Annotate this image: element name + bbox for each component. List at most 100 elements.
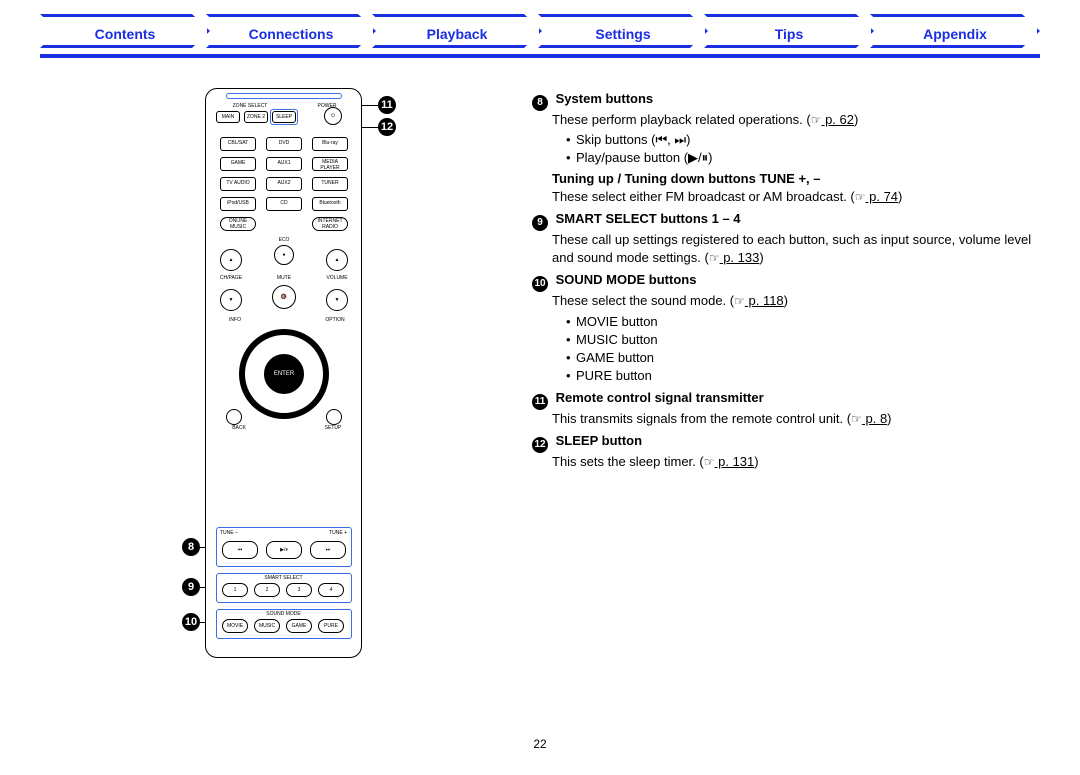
- btn-skip-next[interactable]: ⏭: [310, 541, 346, 559]
- bullet-pure: PURE button: [566, 367, 1042, 385]
- src-tvaudio[interactable]: TV AUDIO: [220, 177, 256, 191]
- num8-icon: 8: [532, 95, 548, 111]
- btn-enter[interactable]: ENTER: [264, 354, 304, 394]
- bullet-skip: Skip buttons (⏮, ⏭): [566, 131, 1042, 149]
- info-label: INFO: [220, 317, 250, 323]
- hl-transmitter: [226, 93, 342, 99]
- btn-ss2[interactable]: 2: [254, 583, 280, 597]
- tune-title: Tuning up / Tuning down buttons TUNE +, …: [532, 170, 1042, 188]
- src-tuner[interactable]: TUNER: [312, 177, 348, 191]
- page-number: 22: [0, 737, 1080, 751]
- callout-10: 10: [182, 613, 200, 631]
- bullet-movie: MOVIE button: [566, 313, 1042, 331]
- num9-icon: 9: [532, 215, 548, 231]
- src-game[interactable]: GAME: [220, 157, 256, 171]
- src-online[interactable]: ONLINE MUSIC: [220, 217, 256, 231]
- tab-tips[interactable]: Tips: [704, 14, 874, 48]
- remote-illustration: ZONE SELECT POWER MAIN ZONE 2 SLEEP ⏻ CB…: [205, 88, 362, 658]
- ref-p74[interactable]: p. 74: [866, 189, 899, 204]
- tune-minus-label: TUNE –: [220, 530, 238, 536]
- tune-text: These select either FM broadcast or AM b…: [552, 189, 855, 204]
- src-dvd[interactable]: DVD: [266, 137, 302, 151]
- btn-vol-up[interactable]: ▲: [326, 249, 348, 271]
- smart-title: SMART SELECT buttons 1 – 4: [556, 211, 741, 226]
- sm-title: SOUND MODE buttons: [556, 272, 697, 287]
- src-radio[interactable]: INTERNET RADIO: [312, 217, 348, 231]
- ref-p8[interactable]: p. 8: [862, 411, 887, 426]
- btn-ss4[interactable]: 4: [318, 583, 344, 597]
- description-column: 8 System buttons These perform playback …: [532, 90, 1042, 472]
- option-label: OPTION: [320, 317, 350, 323]
- tab-contents[interactable]: Contents: [40, 14, 210, 48]
- sys-title: System buttons: [556, 91, 654, 106]
- btn-vol-dn[interactable]: ▼: [326, 289, 348, 311]
- src-bt[interactable]: Bluetooth: [312, 197, 348, 211]
- src-aux2[interactable]: AUX2: [266, 177, 302, 191]
- soundmode-label: SOUND MODE: [206, 611, 361, 617]
- callout-8: 8: [182, 538, 200, 556]
- num10-icon: 10: [532, 276, 548, 292]
- btn-playpause[interactable]: ▶/⏸: [266, 541, 302, 559]
- tab-appendix[interactable]: Appendix: [870, 14, 1040, 48]
- src-aux1[interactable]: AUX1: [266, 157, 302, 171]
- btn-ss3[interactable]: 3: [286, 583, 312, 597]
- zone-select-label: ZONE SELECT: [220, 103, 280, 109]
- btn-sm-pure[interactable]: PURE: [318, 619, 344, 633]
- hand-icon: ☞: [855, 190, 866, 204]
- callout-9: 9: [182, 578, 200, 596]
- sleep-text: This sets the sleep timer. (: [552, 454, 704, 469]
- bullet-play: Play/pause button (▶/⏸): [566, 149, 1042, 167]
- src-bluray[interactable]: Blu-ray: [312, 137, 348, 151]
- sys-text: These perform playback related operation…: [552, 112, 811, 127]
- tab-settings[interactable]: Settings: [538, 14, 708, 48]
- btn-chpage-dn[interactable]: ▼: [220, 289, 242, 311]
- callout-11: 11: [378, 96, 396, 114]
- ref-p131[interactable]: p. 131: [715, 454, 755, 469]
- num12-icon: 12: [532, 437, 548, 453]
- sm-text: These select the sound mode. (: [552, 293, 734, 308]
- btn-ss1[interactable]: 1: [222, 583, 248, 597]
- btn-sm-movie[interactable]: MOVIE: [222, 619, 248, 633]
- bullet-game: GAME button: [566, 349, 1042, 367]
- eco-label: ECO: [274, 237, 294, 243]
- tx-text: This transmits signals from the remote c…: [552, 411, 851, 426]
- tune-plus-label: TUNE +: [329, 530, 347, 536]
- btn-main[interactable]: MAIN: [216, 111, 240, 123]
- hand-icon: ☞: [811, 113, 822, 127]
- volume-label: VOLUME: [322, 275, 352, 281]
- nav-tabs: Contents Connections Playback Settings T…: [40, 14, 1040, 58]
- btn-power[interactable]: ⏻: [324, 107, 342, 125]
- tx-title: Remote control signal transmitter: [556, 390, 764, 405]
- mute-label: MUTE: [266, 275, 302, 281]
- ref-p133[interactable]: p. 133: [720, 250, 760, 265]
- hand-icon: ☞: [851, 412, 862, 426]
- btn-skip-prev[interactable]: ⏮: [222, 541, 258, 559]
- btn-setup[interactable]: [326, 409, 342, 425]
- smart-text: These call up settings registered to eac…: [552, 232, 1031, 265]
- callout-12: 12: [378, 118, 396, 136]
- ref-p62[interactable]: p. 62: [821, 112, 854, 127]
- setup-label: SETUP: [318, 425, 348, 431]
- num11-icon: 11: [532, 394, 548, 410]
- hand-icon: ☞: [709, 251, 720, 265]
- src-cblsat[interactable]: CBL/SAT: [220, 137, 256, 151]
- btn-sm-game[interactable]: GAME: [286, 619, 312, 633]
- src-mediaplayer[interactable]: MEDIA PLAYER: [312, 157, 348, 171]
- btn-sleep[interactable]: SLEEP: [272, 111, 296, 123]
- chpage-label: CH/PAGE: [216, 275, 246, 281]
- btn-sm-music[interactable]: MUSIC: [254, 619, 280, 633]
- tab-connections[interactable]: Connections: [206, 14, 376, 48]
- tab-playback[interactable]: Playback: [372, 14, 542, 48]
- ref-p118[interactable]: p. 118: [745, 293, 784, 308]
- hand-icon: ☞: [704, 455, 715, 469]
- btn-mute[interactable]: 🔇: [272, 285, 296, 309]
- btn-zone2[interactable]: ZONE 2: [244, 111, 268, 123]
- src-ipodusb[interactable]: iPod/USB: [220, 197, 256, 211]
- smart-label: SMART SELECT: [206, 575, 361, 581]
- btn-back[interactable]: [226, 409, 242, 425]
- src-cd[interactable]: CD: [266, 197, 302, 211]
- btn-eco[interactable]: ●: [274, 245, 294, 265]
- btn-chpage-up[interactable]: ▲: [220, 249, 242, 271]
- bullet-music: MUSIC button: [566, 331, 1042, 349]
- back-label: BACK: [224, 425, 254, 431]
